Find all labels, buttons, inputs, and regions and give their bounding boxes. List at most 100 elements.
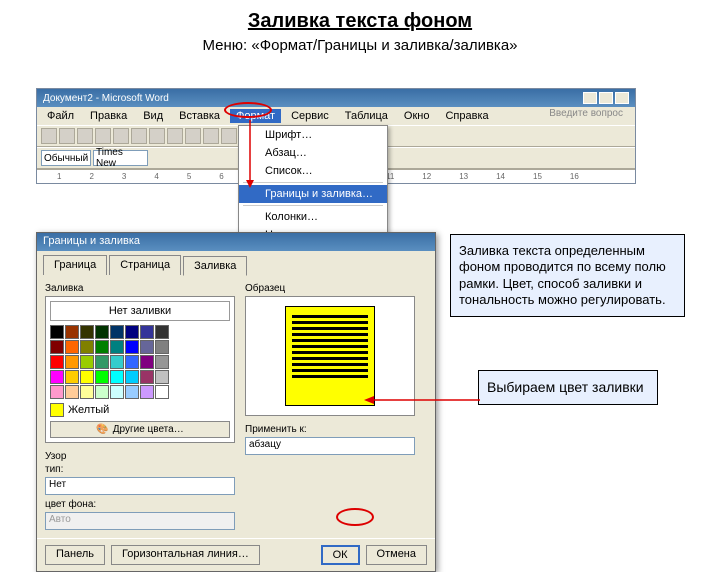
color-swatch[interactable] [155,340,169,354]
style-combo[interactable]: Обычный [41,150,91,166]
preview-line [292,363,368,366]
redo-icon[interactable] [221,128,237,144]
dialog-title: Границы и заливка [37,233,435,251]
tab-page[interactable]: Страница [109,255,181,275]
menu-file[interactable]: Файл [41,109,80,123]
menu-separator [243,182,383,183]
minimize-button[interactable] [583,92,597,104]
color-swatch[interactable] [110,385,124,399]
help-search-hint[interactable]: Введите вопрос [539,107,629,120]
color-swatch[interactable] [110,325,124,339]
menu-item-font[interactable]: Шрифт… [239,126,387,144]
open-icon[interactable] [59,128,75,144]
menu-insert[interactable]: Вставка [173,109,226,123]
tab-fill[interactable]: Заливка [183,256,247,276]
preview-line [292,327,368,330]
preview-line [292,345,368,348]
ok-button[interactable]: ОК [321,545,360,565]
ruler-tick: 2 [89,172,93,181]
close-button[interactable] [615,92,629,104]
spell-icon[interactable] [131,128,147,144]
menu-item-paragraph[interactable]: Абзац… [239,144,387,162]
color-swatch[interactable] [125,355,139,369]
color-swatch[interactable] [110,370,124,384]
color-swatch[interactable] [125,340,139,354]
color-swatch[interactable] [125,325,139,339]
preview-box [245,296,415,416]
color-swatch[interactable] [155,385,169,399]
copy-icon[interactable] [167,128,183,144]
menu-view[interactable]: Вид [137,109,169,123]
pattern-color-combo[interactable]: Авто [45,512,235,530]
color-swatch[interactable] [80,325,94,339]
color-swatch[interactable] [140,370,154,384]
dialog-tabs: Граница Страница Заливка [37,251,435,275]
color-swatch[interactable] [155,325,169,339]
word-window: Документ2 - Microsoft Word Файл Правка В… [36,88,636,184]
color-swatch[interactable] [65,340,79,354]
save-icon[interactable] [77,128,93,144]
toolbar-button[interactable]: Панель [45,545,105,565]
color-swatch[interactable] [65,370,79,384]
color-swatch[interactable] [140,355,154,369]
menu-item-list[interactable]: Список… [239,162,387,180]
color-swatch[interactable] [65,355,79,369]
color-swatch[interactable] [80,355,94,369]
color-swatch[interactable] [125,385,139,399]
pattern-type-label: тип: [45,464,235,475]
color-swatch[interactable] [140,340,154,354]
color-swatch[interactable] [50,385,64,399]
cancel-button[interactable]: Отмена [366,545,427,565]
color-swatch[interactable] [50,355,64,369]
preview-icon[interactable] [113,128,129,144]
color-swatch[interactable] [140,325,154,339]
more-colors-button[interactable]: 🎨 Другие цвета… [50,421,230,438]
menu-window[interactable]: Окно [398,109,436,123]
hline-button[interactable]: Горизонтальная линия… [111,545,260,565]
font-combo[interactable]: Times New [93,150,148,166]
paste-icon[interactable] [185,128,201,144]
color-swatch[interactable] [65,325,79,339]
menu-format[interactable]: Формат [230,109,281,123]
doc-title: Документ2 - Microsoft Word [43,93,169,104]
menu-item-borders-fill[interactable]: Границы и заливка… [239,185,387,203]
color-swatch[interactable] [95,340,109,354]
color-swatch[interactable] [50,370,64,384]
preview-line [292,339,368,342]
borders-fill-dialog: Границы и заливка Граница Страница Залив… [36,232,436,572]
color-swatch[interactable] [140,385,154,399]
menu-item-columns[interactable]: Колонки… [239,208,387,226]
menu-edit[interactable]: Правка [84,109,133,123]
new-doc-icon[interactable] [41,128,57,144]
color-swatch[interactable] [110,340,124,354]
menu-table[interactable]: Таблица [339,109,394,123]
color-swatch[interactable] [80,370,94,384]
preview-label: Образец [245,283,415,294]
color-swatch[interactable] [95,325,109,339]
print-icon[interactable] [95,128,111,144]
color-swatch[interactable] [95,355,109,369]
color-swatch[interactable] [155,355,169,369]
color-swatch[interactable] [80,340,94,354]
color-swatch[interactable] [65,385,79,399]
color-swatch[interactable] [95,370,109,384]
pattern-type-combo[interactable]: Нет [45,477,235,495]
color-swatch[interactable] [110,355,124,369]
preview-line [292,375,368,378]
ruler-tick: 16 [570,172,579,181]
color-swatch[interactable] [95,385,109,399]
ruler-tick: 6 [219,172,223,181]
apply-to-combo[interactable]: абзацу [245,437,415,455]
cut-icon[interactable] [149,128,165,144]
no-fill-button[interactable]: Нет заливки [50,301,230,321]
menu-service[interactable]: Сервис [285,109,335,123]
color-swatch[interactable] [50,340,64,354]
menu-help[interactable]: Справка [439,109,494,123]
color-swatch[interactable] [125,370,139,384]
color-swatch[interactable] [50,325,64,339]
maximize-button[interactable] [599,92,613,104]
color-swatch[interactable] [80,385,94,399]
undo-icon[interactable] [203,128,219,144]
color-swatch[interactable] [155,370,169,384]
tab-border[interactable]: Граница [43,255,107,275]
